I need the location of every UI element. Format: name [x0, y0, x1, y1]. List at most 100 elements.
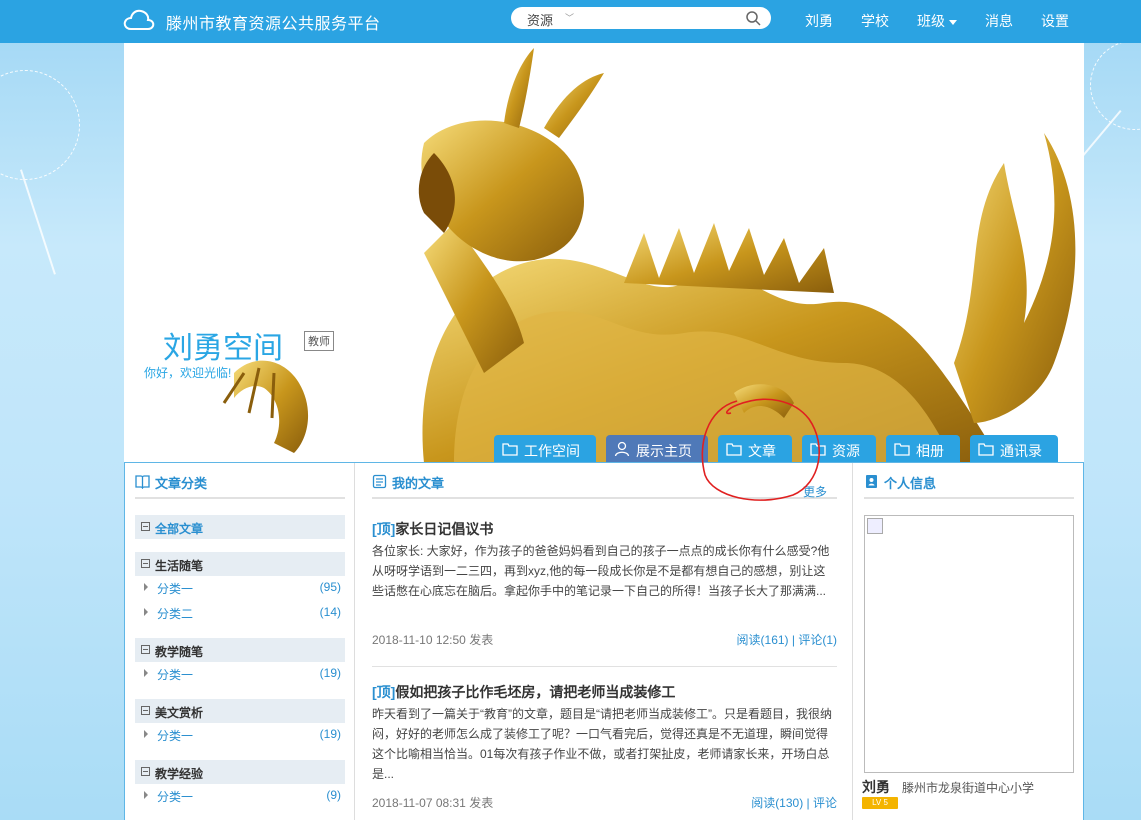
- collapse-icon: [141, 767, 150, 776]
- collapse-icon: [141, 559, 150, 568]
- articles-heading: 我的文章 更多: [372, 473, 837, 499]
- caret-down-icon: [949, 19, 957, 25]
- article-stats[interactable]: 阅读(130) | 评论: [751, 794, 837, 811]
- tab-resources[interactable]: 资源: [802, 435, 876, 463]
- profile-name[interactable]: 刘勇: [862, 777, 890, 797]
- tab-articles[interactable]: 文章: [718, 435, 792, 463]
- tab-workspace[interactable]: 工作空间: [494, 435, 596, 463]
- article-title-text: 假如把孩子比作毛坯房，请把老师当成装修工: [395, 684, 676, 700]
- profile-school: 滕州市龙泉街道中心小学: [902, 781, 1035, 795]
- tab-label: 通讯录: [1000, 443, 1042, 459]
- tab-contacts[interactable]: 通讯录: [970, 435, 1058, 463]
- arrow-right-icon: [144, 791, 148, 799]
- category-sub-label: 分类一: [157, 729, 194, 743]
- category-group-appreciation[interactable]: 美文赏析: [135, 699, 345, 723]
- category-sub-count: (95): [319, 580, 341, 594]
- nav-user[interactable]: 刘勇: [805, 11, 833, 31]
- top-navigation-bar: 滕州市教育资源公共服务平台 资源 ﹀ 刘勇 学校 班级 消息 设置: [0, 0, 1141, 43]
- category-all-articles[interactable]: 全部文章: [135, 515, 345, 539]
- category-group-teaching-notes[interactable]: 教学随笔: [135, 638, 345, 662]
- article-meta: 2018-11-10 12:50 发表 阅读(161) | 评论(1): [372, 631, 837, 651]
- space-title: 刘勇空间: [163, 332, 283, 365]
- dandelion-stem-left: [20, 169, 56, 275]
- pinned-tag: [顶]: [372, 684, 396, 700]
- search-icon[interactable]: [745, 10, 761, 26]
- category-sub-label: 分类一: [157, 668, 194, 682]
- article-title[interactable]: [顶]家长日记倡议书: [372, 519, 837, 541]
- arrow-right-icon: [144, 583, 148, 591]
- content-panel: 文章分类 全部文章 生活随笔 分类一 (95) 分类二 (14) 教学随笔 分类…: [124, 462, 1084, 820]
- article-stats[interactable]: 阅读(161) | 评论(1): [737, 631, 837, 648]
- document-icon: [372, 474, 387, 489]
- folder-icon: [894, 443, 910, 456]
- more-link[interactable]: 更多: [803, 483, 827, 500]
- category-group-label: 生活随笔: [155, 559, 204, 573]
- tab-label: 文章: [748, 443, 776, 459]
- category-sub-count: (14): [319, 605, 341, 619]
- arrow-right-icon: [144, 730, 148, 738]
- chevron-down-icon[interactable]: ﹀: [565, 11, 574, 24]
- welcome-text: 你好，欢迎光临!: [144, 366, 232, 380]
- tab-label: 相册: [916, 443, 944, 459]
- golden-dragon-image: [222, 48, 1076, 463]
- category-sub-label: 分类一: [157, 582, 194, 596]
- category-column: 文章分类 全部文章 生活随笔 分类一 (95) 分类二 (14) 教学随笔 分类…: [125, 463, 355, 820]
- tab-label: 展示主页: [636, 443, 692, 459]
- contact-card-icon: [866, 475, 877, 488]
- pinned-tag: [顶]: [372, 521, 396, 537]
- profile-heading: 个人信息: [864, 473, 1074, 499]
- site-title[interactable]: 滕州市教育资源公共服务平台: [166, 10, 381, 34]
- article-date: 2018-11-07 08:31: [372, 796, 466, 810]
- category-sub-count: (19): [319, 666, 341, 680]
- category-group-label: 教学随笔: [155, 645, 204, 659]
- article-excerpt: 昨天看到了一篇关于“教育”的文章，题目是“请把老师当成装修工”。只是看题目，我很…: [372, 707, 832, 781]
- folder-icon: [810, 443, 826, 456]
- category-sub-item[interactable]: 分类一 (95): [135, 577, 345, 599]
- level-badge: LV 5: [862, 797, 898, 809]
- list-icon: [141, 522, 150, 531]
- tab-label: 资源: [832, 443, 860, 459]
- article-item: [顶]假如把孩子比作毛坯房，请把老师当成装修工 昨天看到了一篇关于“教育”的文章…: [372, 682, 837, 814]
- arrow-right-icon: [144, 669, 148, 677]
- folder-icon: [502, 443, 518, 456]
- profile-column: 个人信息 刘勇 滕州市龙泉街道中心小学 LV 5: [854, 463, 1084, 820]
- folder-icon: [726, 443, 742, 456]
- search-bar: 资源 ﹀: [511, 7, 771, 29]
- search-scope-select[interactable]: 资源: [527, 10, 553, 29]
- category-group-label: 美文赏析: [155, 706, 204, 720]
- category-group-life[interactable]: 生活随笔: [135, 552, 345, 576]
- search-input[interactable]: [589, 9, 739, 27]
- article-excerpt: 各位家长: 大家好，作为孩子的爸爸妈妈看到自己的孩子一点点的成长你有什么感受?他…: [372, 544, 830, 598]
- user-icon: [614, 441, 630, 456]
- nav-class-label: 班级: [917, 13, 945, 29]
- folder-icon: [978, 443, 994, 456]
- nav-class[interactable]: 班级: [917, 11, 957, 31]
- category-sub-label: 分类二: [157, 607, 194, 621]
- collapse-icon: [141, 645, 150, 654]
- category-sub-count: (9): [326, 788, 341, 802]
- nav-settings[interactable]: 设置: [1041, 11, 1069, 31]
- tab-showcase[interactable]: 展示主页: [606, 435, 708, 463]
- category-sub-label: 分类一: [157, 790, 194, 804]
- tab-label: 工作空间: [524, 443, 580, 459]
- category-group-label: 教学经验: [155, 767, 204, 781]
- role-badge: 教师: [304, 331, 334, 351]
- article-item: [顶]家长日记倡议书 各位家长: 大家好，作为孩子的爸爸妈妈看到自己的孩子一点点…: [372, 519, 837, 651]
- category-group-experience[interactable]: 教学经验: [135, 760, 345, 784]
- profile-photo: [864, 515, 1074, 773]
- cloud-logo-icon[interactable]: [123, 7, 155, 33]
- tab-album[interactable]: 相册: [886, 435, 960, 463]
- article-title[interactable]: [顶]假如把孩子比作毛坯房，请把老师当成装修工: [372, 682, 837, 704]
- broken-image-icon: [867, 518, 883, 534]
- article-date: 2018-11-10 12:50: [372, 633, 466, 647]
- category-sub-item[interactable]: 分类二 (14): [135, 602, 345, 624]
- article-posted-label: 发表: [469, 633, 494, 647]
- category-heading: 文章分类: [135, 473, 345, 499]
- category-all-label: 全部文章: [155, 522, 204, 536]
- nav-school[interactable]: 学校: [861, 11, 889, 31]
- nav-messages[interactable]: 消息: [985, 11, 1013, 31]
- category-sub-item[interactable]: 分类一 (19): [135, 663, 345, 685]
- articles-column: 我的文章 更多 [顶]家长日记倡议书 各位家长: 大家好，作为孩子的爸爸妈妈看到…: [356, 463, 853, 820]
- category-sub-item[interactable]: 分类一 (19): [135, 724, 345, 746]
- category-sub-item[interactable]: 分类一 (9): [135, 785, 345, 807]
